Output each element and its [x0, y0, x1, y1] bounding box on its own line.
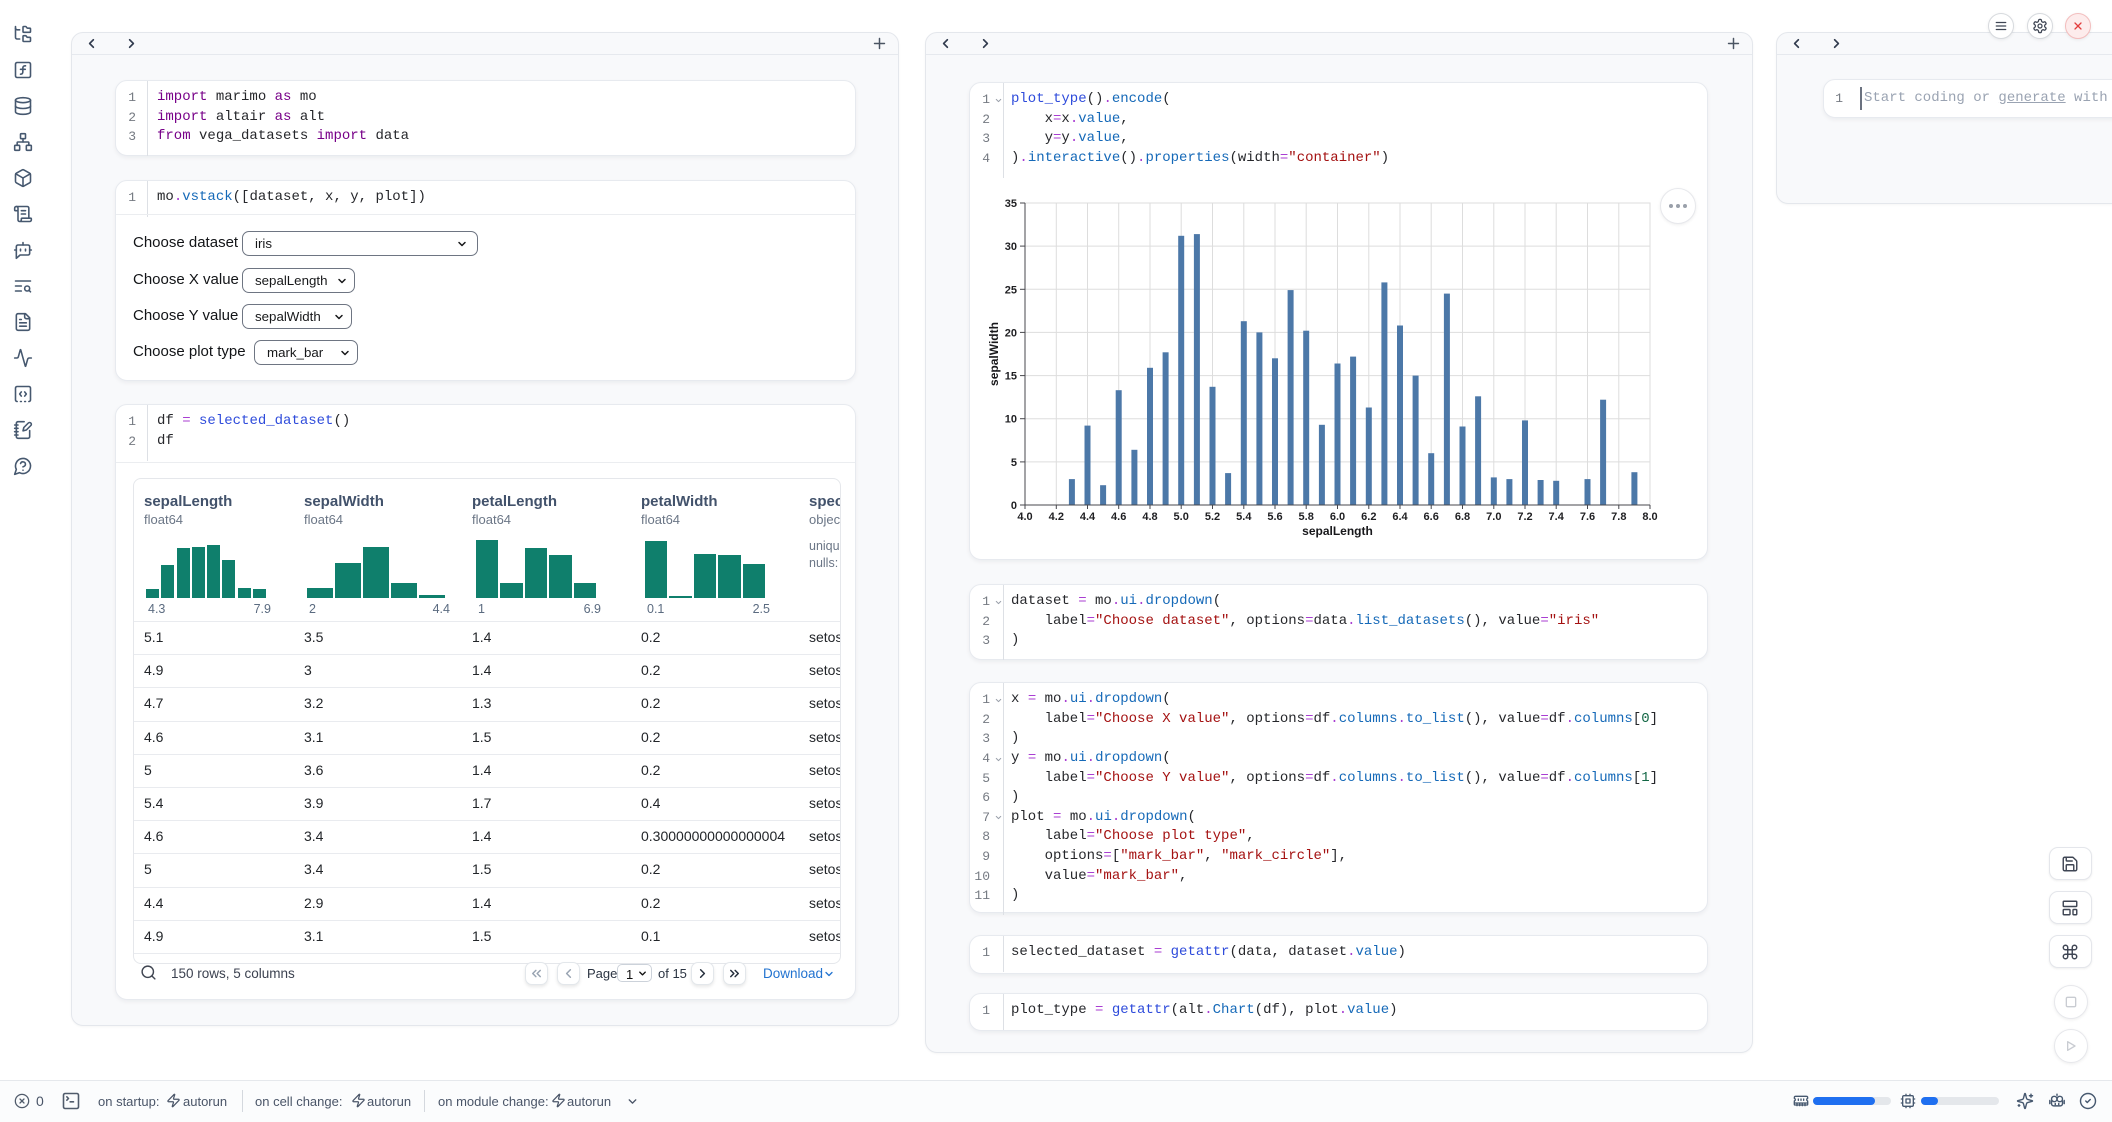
svg-text:5.6: 5.6 — [1267, 511, 1282, 523]
svg-text:6.6: 6.6 — [1424, 511, 1439, 523]
svg-text:5.8: 5.8 — [1299, 511, 1314, 523]
svg-text:6.8: 6.8 — [1455, 511, 1470, 523]
svg-text:sepalLength: sepalLength — [1302, 524, 1373, 538]
svg-text:7.6: 7.6 — [1580, 511, 1595, 523]
svg-text:7.0: 7.0 — [1486, 511, 1501, 523]
svg-text:7.2: 7.2 — [1517, 511, 1532, 523]
svg-text:5.0: 5.0 — [1174, 511, 1189, 523]
svg-text:8.0: 8.0 — [1642, 511, 1657, 523]
svg-text:sepalWidth: sepalWidth — [987, 322, 1001, 386]
svg-text:7.8: 7.8 — [1611, 511, 1626, 523]
svg-text:5.4: 5.4 — [1236, 511, 1252, 523]
svg-text:4.6: 4.6 — [1111, 511, 1126, 523]
svg-text:25: 25 — [1005, 284, 1017, 296]
svg-text:6.4: 6.4 — [1392, 511, 1408, 523]
svg-text:15: 15 — [1005, 371, 1017, 383]
svg-text:6.2: 6.2 — [1361, 511, 1376, 523]
svg-text:4.4: 4.4 — [1080, 511, 1096, 523]
svg-text:5: 5 — [1011, 457, 1017, 469]
svg-text:5.2: 5.2 — [1205, 511, 1220, 523]
svg-text:35: 35 — [1005, 198, 1017, 210]
svg-text:7.4: 7.4 — [1549, 511, 1565, 523]
svg-text:4.8: 4.8 — [1142, 511, 1157, 523]
svg-text:30: 30 — [1005, 241, 1017, 253]
svg-text:0: 0 — [1011, 500, 1017, 512]
svg-text:10: 10 — [1005, 414, 1017, 426]
svg-text:20: 20 — [1005, 327, 1017, 339]
svg-text:6.0: 6.0 — [1330, 511, 1345, 523]
svg-text:4.2: 4.2 — [1049, 511, 1064, 523]
svg-text:4.0: 4.0 — [1017, 511, 1032, 523]
